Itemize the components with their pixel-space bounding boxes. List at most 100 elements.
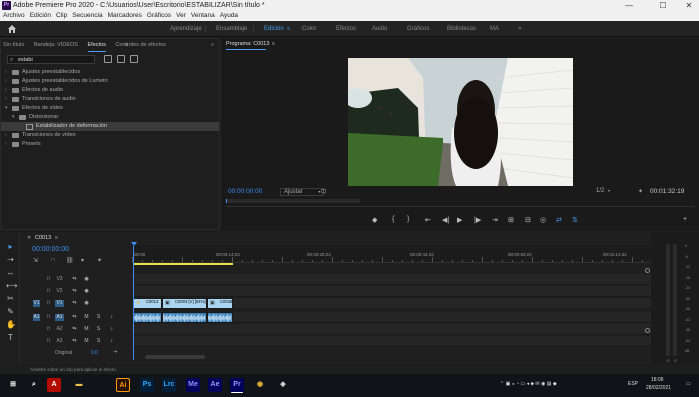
home-icon[interactable] [7,24,17,34]
solo-button[interactable]: S [95,326,102,333]
workspace-bibliotecas[interactable]: Bibliotecas [447,21,476,37]
tab-sin-titulo[interactable]: Sin título [3,39,24,51]
audio-clip[interactable] [207,312,233,323]
lock-icon[interactable]: ⊓ [45,314,52,321]
audio-scroll-handle[interactable] [645,328,650,333]
effects-tree-item[interactable]: ▾ Efectos de vídeo [1,104,219,113]
eye-icon[interactable]: ◉ [83,276,90,283]
lock-icon[interactable]: ⊓ [45,300,52,307]
sync-lock-icon[interactable]: ⇆ [71,276,78,283]
effects-tree-item[interactable]: › Ajustes preestablecidos de Lumetri [1,77,219,86]
meter-solo-right[interactable]: S [674,358,677,363]
workspace-graficos[interactable]: Gráficos [407,21,429,37]
settings-wrench-icon[interactable]: ✦ [638,188,643,195]
audio-track-lane[interactable] [132,324,651,335]
timeline-settings-icon[interactable]: ✦ [97,257,102,264]
solo-button[interactable]: S [95,338,102,345]
minimize-button[interactable]: — [619,0,639,11]
zoom-scrollbar[interactable] [226,206,695,207]
language-indicator[interactable]: ESP [628,381,638,387]
audio-track-lane[interactable] [132,336,651,347]
tab-efectos[interactable]: Efectos [87,39,106,52]
sequence-menu-icon[interactable]: ≡ [55,235,58,241]
step-back-button[interactable]: ◀| [442,216,449,224]
program-scrubber[interactable] [226,199,360,203]
sequence-tab[interactable]: C0013 [35,235,51,241]
tab-controles-efectos[interactable]: Controles de efectos [115,39,165,51]
solo-button[interactable]: S [95,314,102,321]
add-marker-button[interactable]: ◆ [372,216,377,224]
lock-icon[interactable]: ⊓ [45,338,52,345]
playhead[interactable] [133,246,134,360]
lock-icon[interactable]: ⊓ [45,276,52,283]
effects-tree-item[interactable]: ▾ Distorsionar [1,113,219,122]
workspace-edicion[interactable]: Edición [264,21,284,37]
video-clip[interactable]: ★ C0013 [133,298,162,309]
audio-clip[interactable] [162,312,207,323]
resolution-dropdown[interactable]: 1/2 ▾ [596,188,610,194]
go-to-out-button[interactable]: ⇥ [492,216,498,224]
ripple-edit-tool-icon[interactable]: ↔ [6,268,15,277]
menu-archivo[interactable]: Archivo [3,12,25,19]
clock-date[interactable]: 28/02/2021 [646,385,671,391]
microphone-icon[interactable]: ♪ [108,314,115,321]
sync-lock-icon[interactable]: ⇆ [71,300,78,307]
workspace-color[interactable]: Color [302,21,316,37]
track-select-tool-icon[interactable]: ⇢ [6,255,15,264]
mute-button[interactable]: M [83,314,90,321]
close-button[interactable]: ✕ [679,0,699,11]
taskbar-acrobat-icon[interactable]: A [47,378,61,392]
video-track-lane[interactable] [132,274,651,285]
accelerated-effects-icon[interactable] [104,55,112,63]
effects-tree-item[interactable]: › Efectos de audio [1,86,219,95]
chevron-right-icon[interactable]: › [5,140,7,149]
export-frame-settings-icon[interactable]: ⊡ [321,188,326,195]
chevron-right-icon[interactable]: › [5,68,7,77]
track-name-toggle[interactable]: A3 [55,338,64,345]
taskbar-after-effects-icon[interactable]: Ae [208,378,222,392]
menu-secuencia[interactable]: Secuencia [72,12,102,19]
taskbar-media-encoder-icon[interactable]: Me [186,378,200,392]
export-frame-button[interactable]: ◎ [540,216,546,224]
menu-ventana[interactable]: Ventana [191,12,215,19]
effects-search-input[interactable]: ⌕ estabi [7,55,95,64]
proxy-toggle-button[interactable]: ⇅ [572,216,578,224]
effects-tree-item[interactable]: › Ajustes preestablecidos [1,68,219,77]
effects-tree-item[interactable]: › Presets [1,140,219,149]
workspace-menu-icon[interactable]: ≡ [287,26,290,32]
add-marker-icon[interactable]: ▾ [81,257,84,264]
source-patch-toggle[interactable]: V1 [33,300,40,307]
menu-ver[interactable]: Ver [176,12,186,19]
menu-graficos[interactable]: Gráficos [147,12,171,19]
32bit-effects-icon[interactable] [117,55,125,63]
taskbar-search-icon[interactable]: ⌕ [27,378,41,392]
close-sequence-icon[interactable]: ✕ [27,235,31,241]
program-menu-icon[interactable]: ≡ [272,41,275,47]
eye-icon[interactable]: ◉ [83,300,90,307]
workspace-ma[interactable]: MA [490,21,499,37]
master-volume-value[interactable]: 0,0 [91,350,98,356]
program-current-timecode[interactable]: 00:00:00:00 [228,188,262,195]
linked-selection-icon[interactable]: ⛓ [66,257,74,264]
taskbar-premiere-icon[interactable]: Pr [230,378,244,392]
maximize-button[interactable]: ☐ [653,0,673,11]
eye-icon[interactable]: ◉ [83,288,90,295]
effects-tree-item[interactable]: › Transiciones de audio [1,95,219,104]
panel-more-icon[interactable]: » [211,42,214,48]
workspaces-more-icon[interactable]: » [518,21,521,37]
program-monitor-title[interactable]: Programa: C0013 [226,41,269,50]
clock-time[interactable]: 18:06 [651,377,664,383]
audio-clip[interactable] [133,312,162,323]
extract-button[interactable]: ⊟ [525,216,531,224]
effects-tree-item[interactable]: › Transiciones de vídeo [1,131,219,140]
chevron-right-icon[interactable]: › [5,86,7,95]
tray-icons[interactable]: ⌃ ▣ ◒ ◔ ▭ ◂ ⬥ ✉ ◉ ▤ ◆ [500,381,557,387]
track-name-toggle[interactable]: A1 [55,314,64,321]
source-patch-toggle[interactable]: A1 [33,314,40,321]
selection-tool-icon[interactable]: ▸ [6,242,15,251]
mute-button[interactable]: M [83,326,90,333]
chevron-right-icon[interactable]: › [5,77,7,86]
video-clip[interactable]: ▣ C0003 [V] [64%] [162,298,207,309]
track-name-toggle[interactable]: V2 [55,288,64,295]
menu-edicion[interactable]: Edición [30,12,51,19]
